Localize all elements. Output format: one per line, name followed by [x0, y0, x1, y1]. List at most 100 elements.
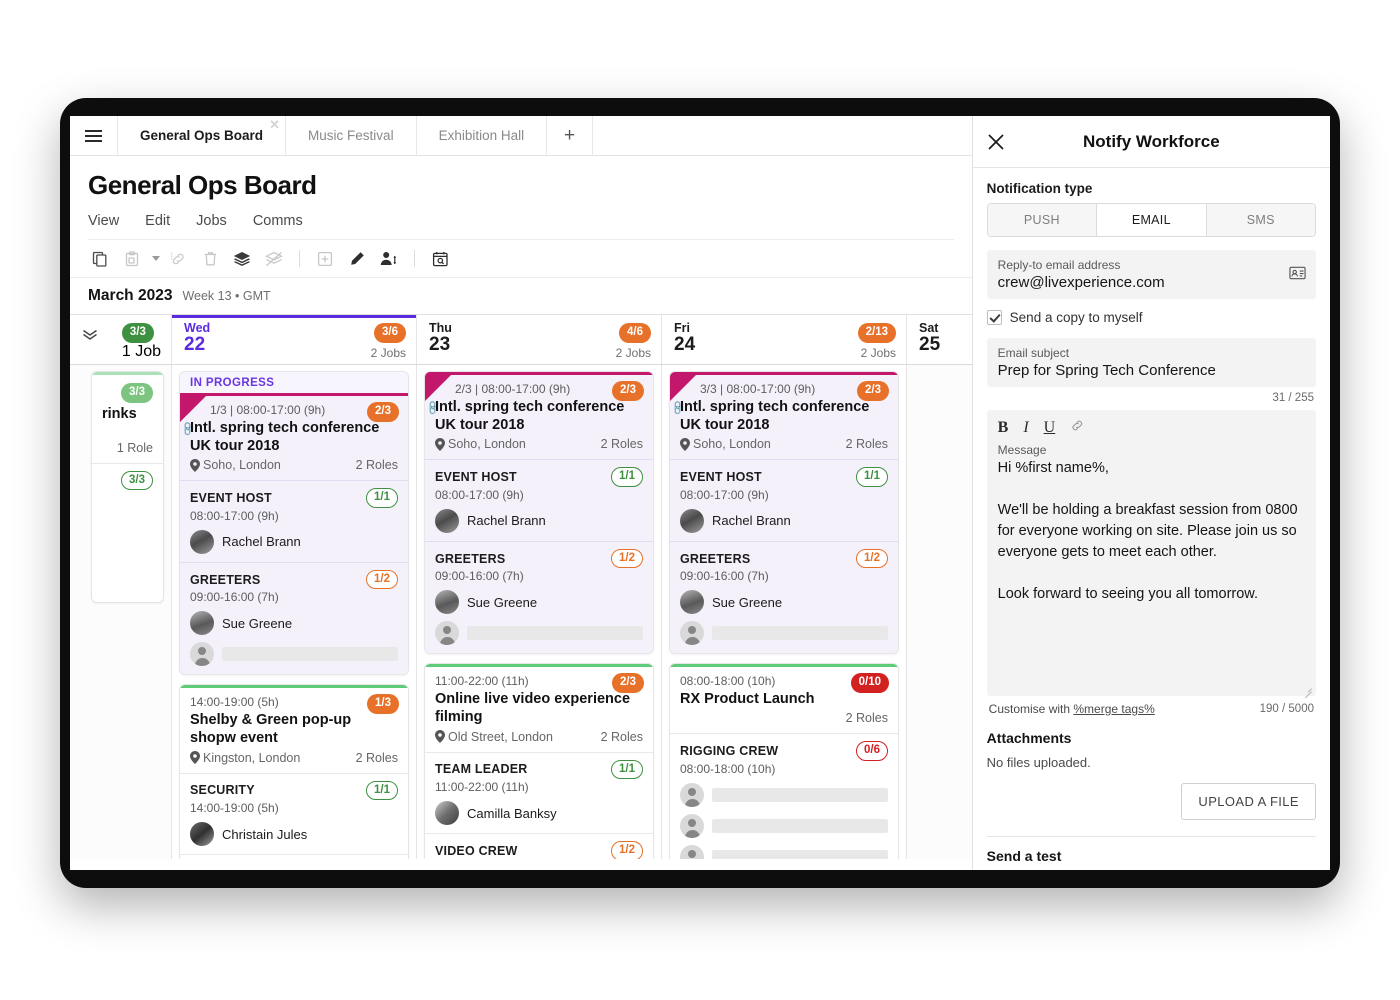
card-location: Soho, London	[435, 437, 526, 451]
merge-tags-link[interactable]: %merge tags%	[1073, 702, 1154, 716]
job-count: 1 Job	[121, 342, 161, 360]
empty-slot[interactable]	[435, 621, 643, 646]
tab-general-ops-board[interactable]: General Ops Board ✕	[118, 116, 287, 155]
link-icon[interactable]	[164, 246, 192, 272]
empty-slot[interactable]	[190, 642, 398, 667]
editor-toolbar: B I U	[998, 419, 1305, 443]
edit-pencil-icon[interactable]	[343, 246, 371, 272]
empty-slot[interactable]	[680, 621, 888, 646]
email-subject-field[interactable]: Email subject Prep for Spring Tech Confe…	[986, 338, 1316, 387]
add-tab-button[interactable]: +	[547, 116, 594, 155]
link-icon[interactable]	[1070, 419, 1085, 437]
job-card[interactable]: 1/3 14:00-19:00 (5h) Shelby & Green pop-…	[179, 684, 409, 859]
bold-icon[interactable]: B	[998, 419, 1009, 437]
role-block[interactable]: EVENT HOST 1/1 08:00-17:00 (9h) Rachel B…	[670, 459, 898, 541]
card-location-text: Soho, London	[203, 458, 281, 473]
card-roles-count: 2 Roles	[355, 750, 398, 765]
reply-to-email-field[interactable]: Reply-to email address crew@livexperienc…	[986, 250, 1316, 299]
role-block[interactable]: 3/3	[92, 462, 163, 603]
close-icon[interactable]	[987, 133, 1005, 151]
role-block[interactable]: VIDEO CREW 1/2 12:00-22:00 (10h) Aaron F…	[425, 833, 653, 859]
empty-slot-bar	[222, 647, 398, 662]
merge-tags-prefix: Customise with	[988, 702, 1074, 716]
empty-slot[interactable]	[680, 813, 888, 838]
tab-exhibition-hall[interactable]: Exhibition Hall	[417, 116, 548, 155]
assigned-person[interactable]: Christain Jules	[190, 822, 398, 847]
day-header-wed-22[interactable]: Wed 22 3/6 2 Jobs	[172, 315, 417, 364]
tab-music-festival[interactable]: Music Festival	[286, 116, 417, 155]
role-name: GREETERS	[435, 551, 506, 566]
map-pin-icon	[435, 437, 445, 451]
job-card[interactable]: 0/10 08:00-18:00 (10h) RX Product Launch…	[669, 663, 899, 859]
tab-email[interactable]: EMAIL	[1097, 204, 1207, 236]
send-copy-checkbox-row[interactable]: Send a copy to myself	[986, 310, 1316, 325]
map-pin-icon	[680, 437, 690, 451]
role-block[interactable]: GREETERS 1/2 09:00-16:00 (7h) Sue Greene	[425, 540, 653, 654]
underline-icon[interactable]: U	[1044, 419, 1056, 437]
job-card-partial[interactable]: 3/3 rinks 1 Role 3/3	[91, 371, 164, 604]
day-header-thu-23[interactable]: Thu 23 4/6 2 Jobs	[417, 315, 662, 364]
panel-title: Notify Workforce	[1083, 131, 1220, 151]
role-block[interactable]: TEAM LEADER 1/1 11:00-22:00 (11h) Camill…	[425, 751, 653, 834]
menu-item-view[interactable]: View	[88, 213, 119, 229]
role-block[interactable]: GREETERS 1/2 09:00-16:00 (7h) Sue Greene	[670, 540, 898, 654]
role-block[interactable]: EVENT HOST 1/1 08:00-17:00 (9h) Rachel B…	[180, 480, 408, 562]
layers-icon[interactable]	[228, 246, 256, 272]
job-card[interactable]: 🔗 2/3 2/3 | 08:00-17:00 (9h) Intl. sprin…	[424, 371, 654, 655]
chevron-down-icon[interactable]	[152, 256, 160, 261]
assign-person-icon[interactable]	[375, 246, 403, 272]
role-block[interactable]: RIGGING CREW 0/6 08:00-18:00 (10h)	[670, 733, 898, 859]
role-block[interactable]: EVENT HOST 1/1 08:00-17:00 (9h) Rachel B…	[425, 459, 653, 541]
assigned-person[interactable]: Rachel Brann	[190, 529, 398, 554]
resize-handle-icon[interactable]	[1303, 684, 1312, 693]
paste-icon[interactable]	[118, 246, 146, 272]
toolbar-divider	[414, 250, 415, 267]
role-fill-pill: 1/1	[611, 759, 643, 780]
add-box-icon[interactable]	[311, 246, 339, 272]
role-block[interactable]: GREETERS 1/2 09:00-16:00 (7h) Sue Greene	[180, 561, 408, 675]
assigned-person[interactable]: Rachel Brann	[435, 508, 643, 533]
person-name: Sue Greene	[222, 615, 293, 631]
message-editor[interactable]: B I U Message Hi %first name%, We'll be …	[986, 410, 1316, 696]
day-header-fri-24[interactable]: Fri 24 2/13 2 Jobs	[662, 315, 907, 364]
menu-item-edit[interactable]: Edit	[145, 213, 170, 229]
contact-card-icon[interactable]	[1289, 266, 1306, 285]
menu-item-jobs[interactable]: Jobs	[196, 213, 227, 229]
menu-item-comms[interactable]: Comms	[253, 213, 303, 229]
assigned-person[interactable]: Sue Greene	[435, 590, 643, 615]
empty-slot[interactable]	[680, 782, 888, 807]
day-header-sat-25[interactable]: Sat 25	[907, 315, 972, 364]
empty-slot-bar	[712, 787, 888, 802]
role-block[interactable]: GENERAL 0/2 14:30-19:00 (4h30m)	[180, 854, 408, 859]
month-label: March 2023	[88, 287, 173, 304]
gutter-summary: 3/3 1 Job	[121, 322, 161, 361]
chevron-collapse-icon[interactable]	[82, 329, 98, 343]
italic-icon[interactable]: I	[1023, 419, 1028, 437]
job-card[interactable]: 2/3 11:00-22:00 (11h) Online live video …	[424, 663, 654, 859]
assigned-person[interactable]: Sue Greene	[190, 611, 398, 636]
calendar-search-icon[interactable]	[426, 246, 454, 272]
tab-sms[interactable]: SMS	[1206, 204, 1315, 236]
avatar	[190, 611, 214, 636]
tab-push[interactable]: PUSH	[987, 204, 1098, 236]
unlayer-icon[interactable]	[260, 246, 288, 272]
empty-slot[interactable]	[680, 844, 888, 859]
assigned-person[interactable]: Camilla Banksy	[435, 801, 643, 826]
assigned-person[interactable]: Sue Greene	[680, 590, 888, 615]
copy-icon[interactable]	[86, 246, 114, 272]
upload-a-file-button[interactable]: UPLOAD A FILE	[1181, 783, 1316, 820]
email-subject-label: Email subject	[997, 346, 1070, 360]
map-pin-icon	[435, 730, 445, 744]
close-icon[interactable]: ✕	[269, 118, 280, 131]
delete-icon[interactable]	[196, 246, 224, 272]
hamburger-menu-icon[interactable]	[70, 116, 118, 155]
send-copy-checkbox[interactable]	[986, 310, 1002, 325]
card-status: IN PROGRESS	[180, 372, 408, 393]
role-block[interactable]: SECURITY 1/1 14:00-19:00 (5h) Christain …	[180, 772, 408, 855]
job-card[interactable]: IN PROGRESS 🔗 2/3 1/3 | 08:00-17:00 (9h)…	[179, 371, 409, 676]
assigned-person[interactable]: Rachel Brann	[680, 508, 888, 533]
day-column-thu-23: 🔗 2/3 2/3 | 08:00-17:00 (9h) Intl. sprin…	[417, 365, 662, 859]
attachments-title: Attachments	[986, 730, 1072, 746]
job-card[interactable]: 🔗 2/3 3/3 | 08:00-17:00 (9h) Intl. sprin…	[669, 371, 899, 655]
job-count: 2 Jobs	[615, 345, 651, 360]
